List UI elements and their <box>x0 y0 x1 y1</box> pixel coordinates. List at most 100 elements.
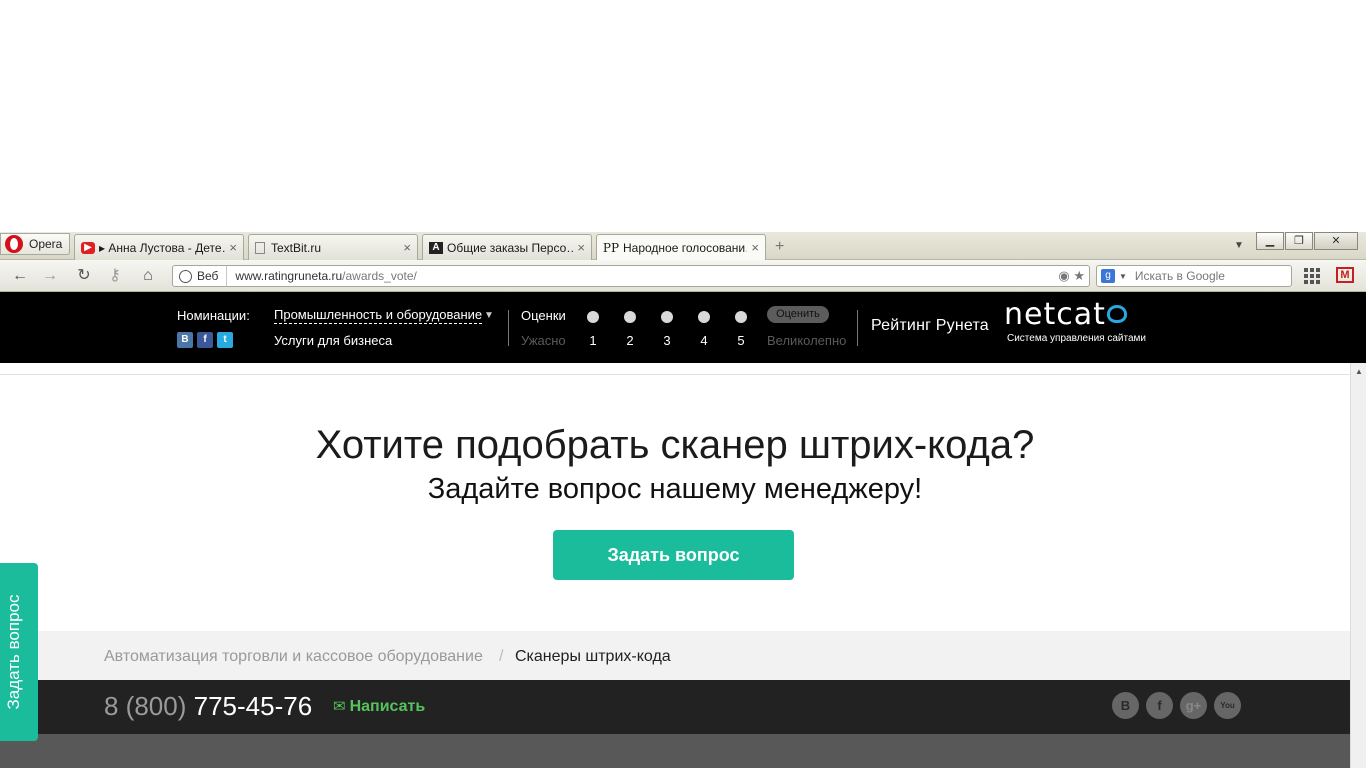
search-placeholder: Искать в Google <box>1134 269 1225 283</box>
facebook-icon[interactable]: f <box>197 332 213 348</box>
divider <box>508 310 509 346</box>
tab-list-chevron-icon[interactable]: ▼ <box>1234 240 1244 251</box>
tab-orders[interactable]: A Общие заказы Персо… × <box>422 234 592 260</box>
footer-bottom <box>0 734 1350 768</box>
address-bar[interactable]: Веб www.ratingruneta.ru/awards_vote/ ◉ ★ <box>172 265 1090 287</box>
netcat-logo[interactable]: netcat <box>1004 300 1127 330</box>
phone-code: 8 (800) <box>104 691 187 721</box>
nomination-subcategory: Услуги для бизнеса <box>274 333 393 348</box>
rating-runeta-favicon: PP <box>602 240 620 255</box>
restore-button[interactable]: ❐ <box>1285 232 1313 250</box>
home-icon[interactable]: ⌂ <box>137 266 159 286</box>
google-plus-footer-icon[interactable]: g+ <box>1180 692 1207 719</box>
page-scrollbar[interactable]: ▲ <box>1350 363 1366 768</box>
google-icon[interactable]: g <box>1101 269 1115 283</box>
close-window-button[interactable]: ✕ <box>1314 232 1358 250</box>
rating-radio-1[interactable] <box>587 311 599 323</box>
search-box[interactable]: g ▼ Искать в Google <box>1096 265 1292 287</box>
breadcrumb-parent-link[interactable]: Автоматизация торговли и кассовое оборуд… <box>104 648 483 666</box>
tab-close-icon[interactable]: × <box>403 240 411 255</box>
speed-dial-grid-icon[interactable] <box>1304 268 1320 284</box>
youtube-icon: ▶ <box>81 241 95 254</box>
rating-low-label: Ужасно <box>521 333 566 348</box>
key-icon[interactable]: ⚷ <box>104 266 126 286</box>
opera-logo-icon <box>5 235 23 253</box>
youtube-footer-icon[interactable]: You <box>1214 692 1241 719</box>
contact-bar: 8 (800) 775-45-76 ✉ Написать B f g+ You <box>0 680 1350 734</box>
page-icon <box>255 241 265 254</box>
bookmark-star-icon[interactable]: ★ <box>1073 268 1085 283</box>
back-arrow-icon[interactable]: ← <box>9 266 31 286</box>
side-ask-question-tab[interactable]: Задать вопрос <box>0 563 38 741</box>
rating-value-3: 3 <box>663 333 671 348</box>
rating-radio-3[interactable] <box>661 311 673 323</box>
share-icons: В f t <box>177 332 233 348</box>
page-content: Хотите подобрать сканер штрих-кода? Зада… <box>0 363 1350 768</box>
tab-strip: Opera ▶ ▸ Анна Лустова - Дете… × TextBit… <box>0 232 1366 260</box>
tab-vote[interactable]: PP Народное голосовани… × <box>596 234 766 260</box>
url-path: /awards_vote/ <box>342 269 417 283</box>
page-subheadline: Задайте вопрос нашему менеджеру! <box>427 473 923 505</box>
opera-label: Opera <box>29 237 63 251</box>
new-tab-button[interactable]: + <box>775 238 784 256</box>
rating-value-2: 2 <box>626 333 634 348</box>
forward-arrow-icon[interactable]: → <box>39 266 61 286</box>
nomination-caret-icon[interactable]: ▼ <box>484 310 494 321</box>
tab-title: Народное голосовани… <box>623 240 748 255</box>
rating-high-label: Великолепно <box>767 333 847 348</box>
opera-menu-button[interactable]: Opera <box>0 233 70 255</box>
tab-close-icon[interactable]: × <box>577 240 585 255</box>
tab-close-icon[interactable]: × <box>229 240 237 255</box>
nominations-label: Номинации: <box>177 308 250 323</box>
search-engine-caret-icon[interactable]: ▼ <box>1119 272 1127 281</box>
phone-number[interactable]: 8 (800) 775-45-76 <box>104 691 312 722</box>
url-host: www.ratingruneta.ru <box>235 269 343 283</box>
side-tab-label: Задать вопрос <box>4 594 23 710</box>
rating-radio-5[interactable] <box>735 311 747 323</box>
rss-icon[interactable]: ◉ <box>1058 268 1069 283</box>
rating-value-5: 5 <box>737 333 745 348</box>
web-security-chip[interactable]: Веб <box>173 266 228 286</box>
url-actions: ◉ ★ <box>1058 268 1085 284</box>
rate-button[interactable]: Оценить <box>767 306 829 323</box>
url-text[interactable]: www.ratingruneta.ru/awards_vote/ <box>227 269 416 283</box>
rating-value-4: 4 <box>700 333 708 348</box>
reload-icon[interactable]: ↻ <box>73 266 95 286</box>
breadcrumb-current: Сканеры штрих-кода <box>515 648 671 665</box>
tab-close-icon[interactable]: × <box>751 240 759 255</box>
minimize-button[interactable]: ▁ <box>1256 232 1284 250</box>
tab-title: TextBit.ru <box>271 240 322 255</box>
netcat-tagline: Система управления сайтами <box>1007 333 1147 344</box>
write-link[interactable]: ✉ Написать <box>333 697 425 716</box>
vote-bar: Номинации: В f t Промышленность и оборуд… <box>0 292 1366 363</box>
tab-title: Общие заказы Персо… <box>447 240 574 255</box>
page-headline: Хотите подобрать сканер штрих-кода? <box>315 423 1035 467</box>
vk-icon[interactable]: В <box>177 332 193 348</box>
rating-value-1: 1 <box>589 333 597 348</box>
blank-area <box>0 0 1366 232</box>
scroll-up-icon[interactable]: ▲ <box>1355 367 1363 376</box>
divider <box>0 374 1350 375</box>
netcat-cat-icon <box>1106 305 1127 323</box>
gmail-icon[interactable]: M <box>1336 267 1354 283</box>
facebook-footer-icon[interactable]: f <box>1146 692 1173 719</box>
rating-radio-4[interactable] <box>698 311 710 323</box>
ratings-label: Оценки <box>521 308 566 323</box>
ask-question-button[interactable]: Задать вопрос <box>553 530 794 580</box>
globe-icon <box>179 269 192 283</box>
rating-radio-2[interactable] <box>624 311 636 323</box>
navigation-bar: ← → ↻ ⚷ ⌂ Веб www.ratingruneta.ru/awards… <box>0 260 1366 292</box>
nomination-select[interactable]: Промышленность и оборудование <box>274 307 483 324</box>
phone-digits: 775-45-76 <box>193 691 313 721</box>
rating-runeta-link[interactable]: Рейтинг Рунета <box>871 317 989 335</box>
window-controls: ▁ ❐ ✕ <box>1255 232 1358 250</box>
breadcrumb-separator: / <box>499 648 504 665</box>
tab-title: ▸ Анна Лустова - Дете… <box>99 240 226 255</box>
web-label: Веб <box>197 269 219 283</box>
twitter-icon[interactable]: t <box>217 332 233 348</box>
tab-anna[interactable]: ▶ ▸ Анна Лустова - Дете… × <box>74 234 244 260</box>
divider <box>857 310 858 346</box>
tab-textbit[interactable]: TextBit.ru × <box>248 234 418 260</box>
vk-footer-icon[interactable]: B <box>1112 692 1139 719</box>
envelope-icon: ✉ <box>333 698 346 715</box>
